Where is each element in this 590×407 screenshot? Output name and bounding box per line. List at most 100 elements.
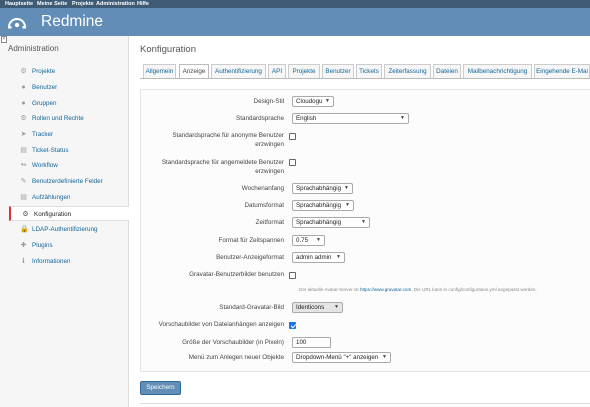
sidebar-item-label: Gruppen <box>32 100 57 107</box>
ticket-status-icon: ▤ <box>20 147 27 154</box>
chevron-down-icon: ▼ <box>344 185 349 191</box>
tab-eingehende-email[interactable]: Eingehende E-Mai <box>534 64 590 79</box>
sidebar-collapse-button[interactable]: ‹ <box>1 36 7 43</box>
date-format-select[interactable]: Sprachabhängig ▼ <box>292 200 354 211</box>
week-start-select[interactable]: Sprachabhängig ▼ <box>292 183 353 194</box>
top-menu-my-page[interactable]: Meine Seite <box>37 1 67 7</box>
tab-allgemein[interactable]: Allgemein <box>143 64 176 79</box>
sidebar-item-tracker[interactable]: ➤ Tracker <box>18 127 129 142</box>
app-title[interactable]: Redmine <box>41 14 103 30</box>
time-format-select[interactable]: Sprachabhängig ▼ <box>292 217 370 228</box>
info-icon: ℹ <box>22 258 25 265</box>
default-gravatar-label: Standard-Gravatar-Bild <box>219 304 284 311</box>
sidebar-item-benutzer[interactable]: ● Benutzer <box>18 80 129 95</box>
default-gravatar-value: Identicons <box>296 304 325 311</box>
tab-mailbenachrichtigung[interactable]: Mailbenachrichtigung <box>463 64 532 79</box>
thumbnails-checkbox[interactable] <box>289 322 296 329</box>
page-title: Konfiguration <box>140 44 196 55</box>
sidebar-item-gruppen[interactable]: ● Gruppen <box>18 96 129 111</box>
sidebar-item-konfiguration[interactable]: ⚙ Konfiguration <box>9 206 129 221</box>
sidebar-item-label: Benutzer <box>32 84 58 91</box>
date-format-value: Sprachabhängig <box>296 202 342 209</box>
gravatar-info: Der aktuelle Avatar-Server ist https://w… <box>299 287 537 292</box>
top-menu-administration[interactable]: Administration <box>96 1 135 7</box>
sidebar-item-label: Aufzählungen <box>32 194 71 201</box>
sidebar-item-label: Benutzerdefinierte Felder <box>32 178 103 185</box>
language-value: English <box>296 115 317 122</box>
top-menu-projects[interactable]: Projekte <box>72 1 94 7</box>
gravatar-info-prefix: Der aktuelle Avatar-Server ist <box>299 287 359 292</box>
tab-benutzer[interactable]: Benutzer <box>322 64 354 79</box>
force-anon-language-checkbox[interactable] <box>289 133 296 140</box>
tab-tickets[interactable]: Tickets <box>356 64 382 79</box>
gravatar-label: Gravatar-Benutzerbilder benutzen <box>189 271 284 278</box>
gravatar-server-link[interactable]: https://www.gravatar.com <box>360 287 411 292</box>
sidebar-item-enumerations[interactable]: ▤ Aufzählungen <box>18 190 129 205</box>
chevron-down-icon: ▼ <box>325 98 330 104</box>
group-icon: ● <box>21 100 26 107</box>
sidebar-item-label: Plugins <box>32 242 53 249</box>
force-loggedin-language-label: Standardsprache für angemeldete Benutzer… <box>161 159 284 175</box>
chevron-down-icon: ▼ <box>400 115 405 121</box>
tracker-icon: ➤ <box>20 131 27 138</box>
new-object-menu-value: Dropdown-Menü "+" anzeigen <box>296 354 379 361</box>
sidebar-item-label: Konfiguration <box>34 211 72 218</box>
timespan-format-value: 0.75 <box>296 237 309 244</box>
chevron-down-icon: ▼ <box>334 304 339 310</box>
tab-anzeige[interactable]: Anzeige <box>179 64 209 79</box>
sidebar-item-workflow[interactable]: ↬ Workflow <box>18 158 129 173</box>
sidebar-item-plugins[interactable]: ✚ Plugins <box>18 238 129 253</box>
sidebar-item-label: LDAP-Authentifizierung <box>32 226 98 233</box>
sidebar-item-label: Tracker <box>32 131 54 138</box>
top-menu-help[interactable]: Hilfe <box>137 1 149 7</box>
footer-divider <box>140 403 590 404</box>
tab-authentifizierung[interactable]: Authentifizierung <box>211 64 266 79</box>
top-menu-home[interactable]: Hauptseite <box>5 1 33 7</box>
design-select[interactable]: Cloudogu ▼ <box>292 96 334 107</box>
language-select[interactable]: English ▼ <box>292 113 409 124</box>
default-gravatar-select[interactable]: Identicons ▼ <box>292 302 343 313</box>
projects-icon: ⚙ <box>20 68 27 75</box>
tab-projekte[interactable]: Projekte <box>288 64 320 79</box>
workflow-icon: ↬ <box>20 162 27 169</box>
week-start-value: Sprachabhängig <box>296 185 342 192</box>
thumbnails-label: Vorschaubilder von Dateianhängen anzeige… <box>158 321 284 328</box>
sidebar-item-rollen[interactable]: ⚙ Rollen und Rechte <box>18 111 129 126</box>
sidebar-item-ticket-status[interactable]: ▤ Ticket-Status <box>18 143 129 158</box>
chevron-down-icon: ▼ <box>382 354 387 360</box>
design-label: Design-Stil <box>253 98 284 105</box>
force-anon-language-label: Standardsprache für anonyme Benutzer erz… <box>172 132 284 148</box>
force-loggedin-language-checkbox[interactable] <box>289 159 296 166</box>
plugin-icon: ✚ <box>20 242 27 249</box>
sidebar-item-label: Workflow <box>32 162 58 169</box>
enumerations-icon: ▤ <box>20 194 27 201</box>
timespan-format-select[interactable]: 0.75 ▼ <box>292 235 325 246</box>
language-label: Standardsprache <box>236 115 284 122</box>
ldap-icon: 🔒 <box>20 226 29 233</box>
sidebar-title: Administration <box>8 44 59 53</box>
user-format-select[interactable]: admin admin ▼ <box>292 252 345 263</box>
save-button[interactable]: Speichern <box>140 381 181 395</box>
roles-icon: ⚙ <box>20 115 27 122</box>
tab-zeiterfassung[interactable]: Zeiterfassung <box>384 64 431 79</box>
design-value: Cloudogu <box>296 98 323 105</box>
new-object-menu-select[interactable]: Dropdown-Menü "+" anzeigen ▼ <box>292 352 391 363</box>
chevron-down-icon: ▼ <box>361 219 366 225</box>
tab-dateien[interactable]: Dateien <box>433 64 461 79</box>
chevron-down-icon: ▼ <box>345 202 350 208</box>
thumbnail-size-input[interactable]: 100 <box>292 337 331 348</box>
chevron-down-icon: ▼ <box>316 237 321 243</box>
custom-fields-icon: ✎ <box>20 178 27 185</box>
gear-icon: ⚙ <box>22 211 29 218</box>
sidebar-item-informationen[interactable]: ℹ Informationen <box>18 254 129 269</box>
sidebar-item-custom-fields[interactable]: ✎ Benutzerdefinierte Felder <box>18 174 129 189</box>
time-format-label: Zeitformat <box>255 219 284 226</box>
week-start-label: Wochenanfang <box>241 185 284 192</box>
sidebar-item-projekte[interactable]: ⚙ Projekte <box>18 64 129 79</box>
sidebar-item-ldap[interactable]: 🔒 LDAP-Authentifizierung <box>18 222 129 237</box>
gravatar-checkbox[interactable] <box>289 272 296 279</box>
tab-api[interactable]: API <box>268 64 286 79</box>
redmine-logo-icon[interactable] <box>8 15 26 29</box>
user-format-value: admin admin <box>296 254 332 261</box>
header: Redmine <box>0 8 590 36</box>
